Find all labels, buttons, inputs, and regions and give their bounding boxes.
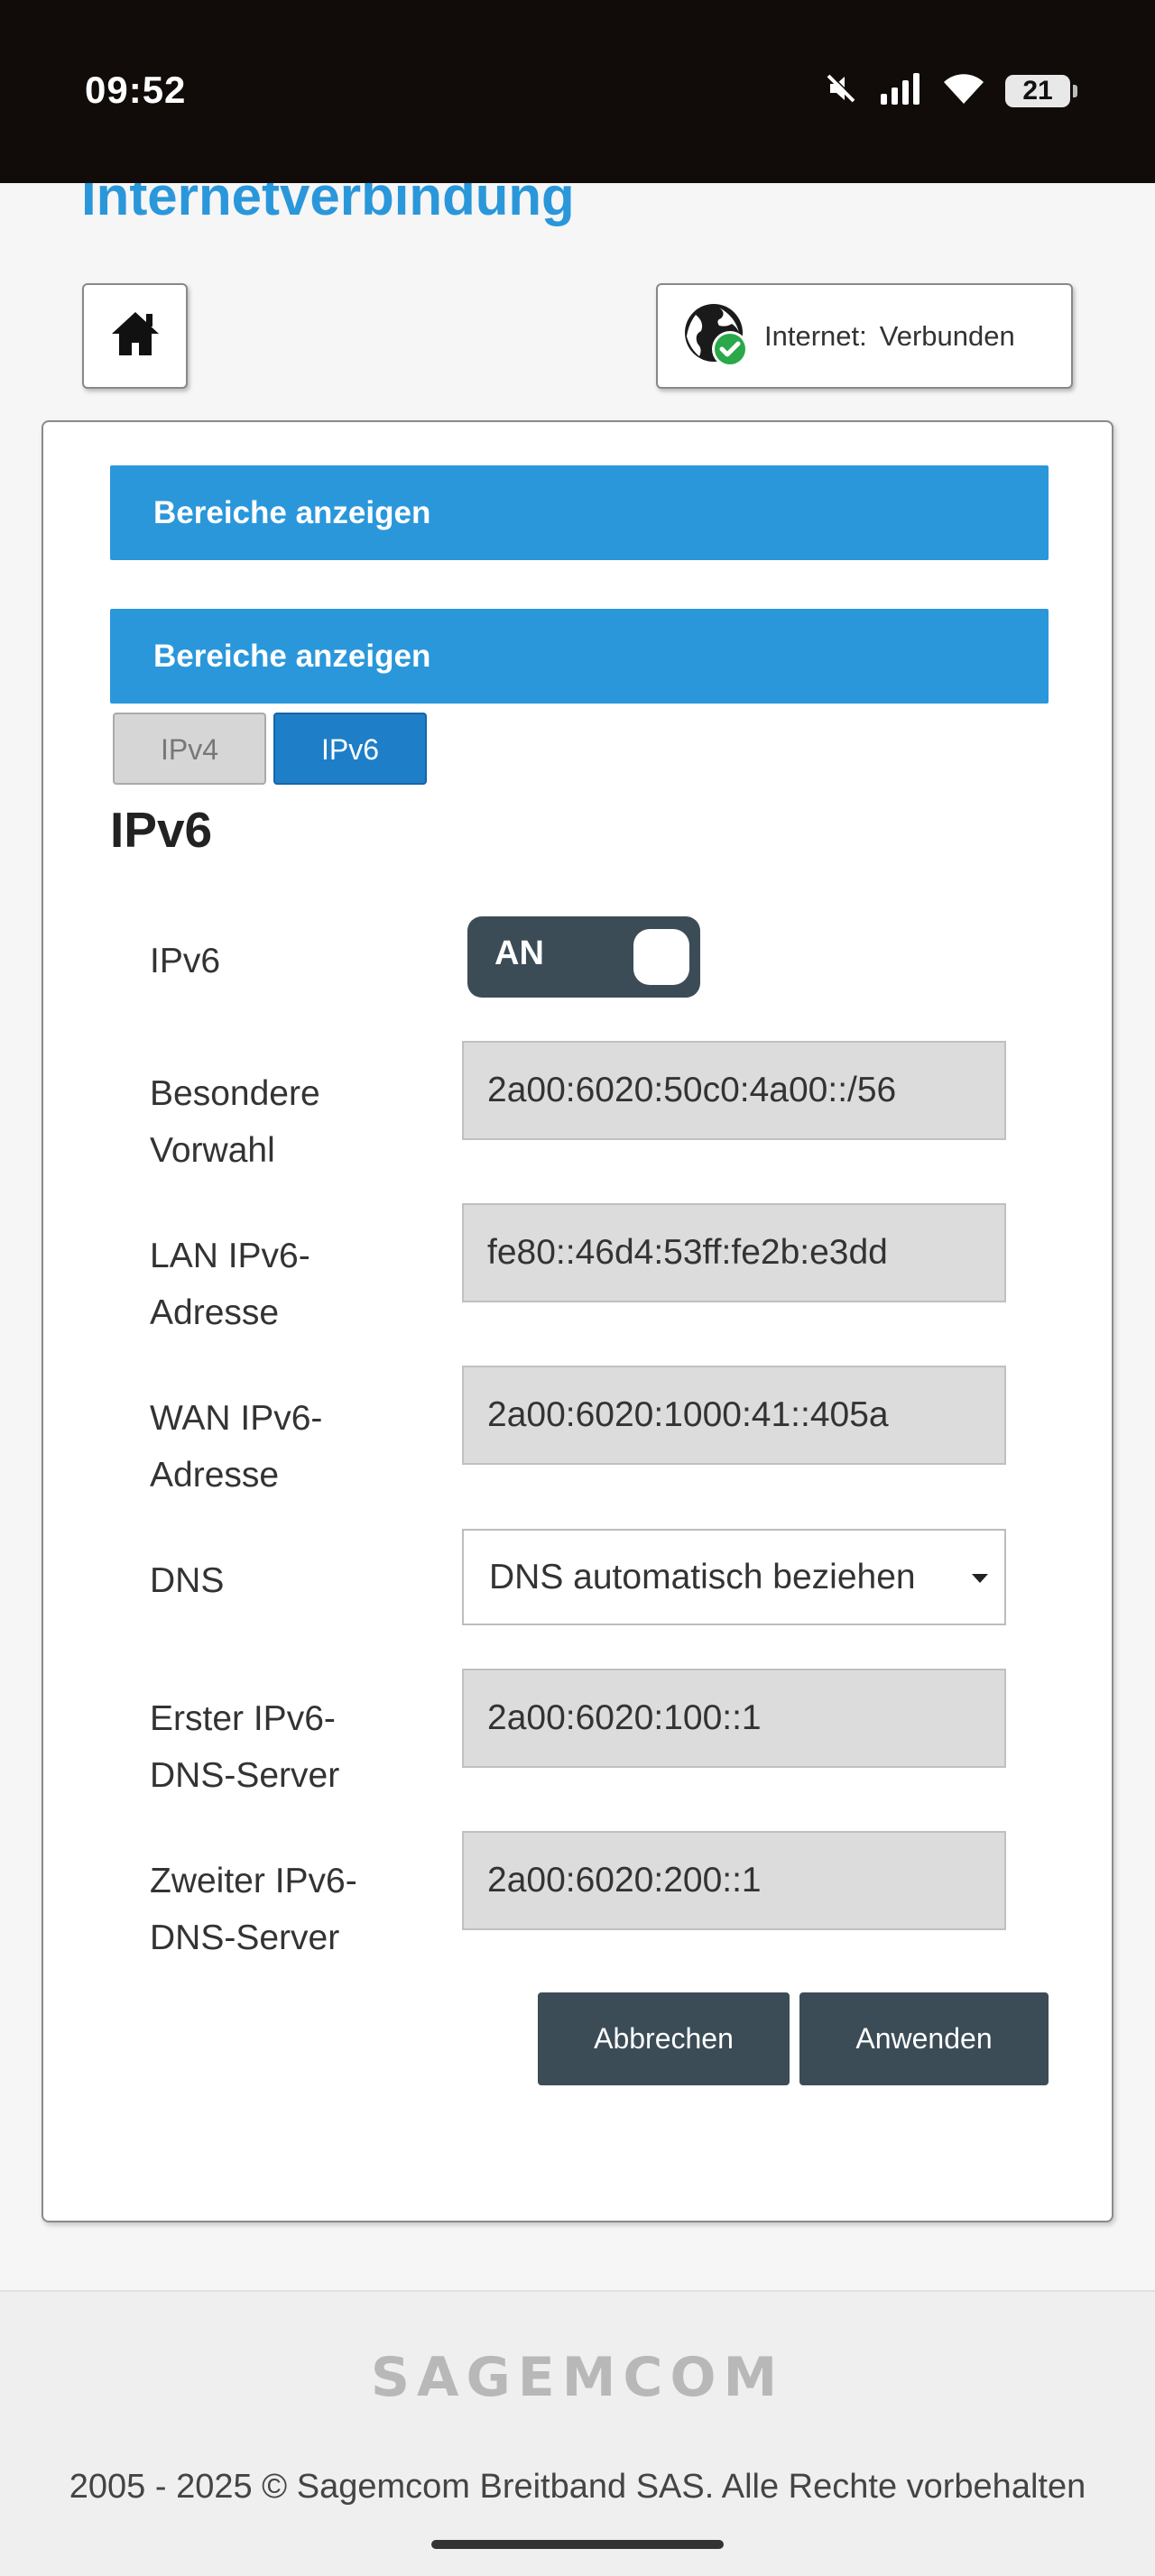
- label-line: WAN IPv6-: [150, 1399, 323, 1438]
- wifi-icon: [942, 71, 985, 110]
- chevron-down-icon: [972, 1574, 988, 1583]
- cancel-button[interactable]: Abbrechen: [538, 1992, 790, 2085]
- dns1-field: 2a00:6020:100::1: [462, 1669, 1006, 1768]
- lan-ipv6-label: LAN IPv6- Adresse: [150, 1228, 310, 1341]
- copyright-text: 2005 - 2025 © Sagemcom Breitband SAS. Al…: [69, 2468, 1086, 2506]
- globe-check-icon: [683, 302, 752, 371]
- section-toggle-bar[interactable]: Bereiche anzeigen: [110, 465, 1049, 560]
- status-bar: 09:52 21: [0, 0, 1155, 183]
- tab-ipv4[interactable]: IPv4: [113, 713, 266, 785]
- wan-ipv6-label: WAN IPv6- Adresse: [150, 1390, 322, 1504]
- battery-icon: 21: [1005, 74, 1077, 107]
- tab-ipv6[interactable]: IPv6: [273, 713, 427, 785]
- internet-status-text: Verbunden: [879, 319, 1015, 352]
- dns2-label: Zweiter IPv6- DNS-Server: [150, 1853, 357, 1966]
- label-line: Adresse: [150, 1456, 280, 1495]
- home-button[interactable]: [82, 283, 188, 389]
- dns-select-value: DNS automatisch beziehen: [489, 1558, 916, 1596]
- clock: 09:52: [85, 69, 187, 111]
- signal-icon: [879, 72, 922, 109]
- toggle-state: AN: [494, 934, 544, 972]
- home-icon: [110, 310, 161, 362]
- battery-level: 21: [1022, 75, 1053, 106]
- label-line: Vorwahl: [150, 1131, 275, 1170]
- section-toggle-bar-2[interactable]: Bereiche anzeigen: [110, 609, 1049, 704]
- label-line: DNS-Server: [150, 1756, 340, 1795]
- label-line: Zweiter IPv6-: [150, 1862, 357, 1900]
- sagemcom-logo: SAGEMCOM: [370, 2346, 785, 2409]
- ipv6-panel: Bereiche anzeigen Bereiche anzeigen IPv4…: [42, 420, 1113, 2222]
- label-line: Adresse: [150, 1293, 280, 1332]
- page-header: Internetverbindung Internet: Verbunden: [0, 183, 1155, 418]
- page-title: Internetverbindung: [81, 183, 575, 226]
- footer: SAGEMCOM 2005 - 2025 © Sagemcom Breitban…: [0, 2290, 1155, 2576]
- label-line: LAN IPv6-: [150, 1237, 310, 1275]
- section-title: IPv6: [110, 802, 213, 858]
- dns2-field: 2a00:6020:200::1: [462, 1831, 1006, 1930]
- label-line: Erster IPv6-: [150, 1699, 336, 1738]
- dns-label: DNS: [150, 1561, 225, 1600]
- internet-status-button[interactable]: Internet: Verbunden: [656, 283, 1073, 389]
- ipv6-label: IPv6: [150, 942, 221, 980]
- lan-ipv6-field: fe80::46d4:53ff:fe2b:e3dd: [462, 1203, 1006, 1302]
- internet-label: Internet:: [764, 319, 867, 352]
- label-line: DNS-Server: [150, 1918, 340, 1957]
- prefix-label: Besondere Vorwahl: [150, 1065, 320, 1179]
- dns1-label: Erster IPv6- DNS-Server: [150, 1690, 339, 1804]
- ipv6-toggle[interactable]: AN: [467, 916, 700, 998]
- mute-icon: [823, 70, 859, 111]
- prefix-field: 2a00:6020:50c0:4a00::/56: [462, 1041, 1006, 1140]
- toggle-knob: [633, 929, 689, 985]
- dns-select[interactable]: DNS automatisch beziehen: [462, 1529, 1006, 1625]
- wan-ipv6-field: 2a00:6020:1000:41::405a: [462, 1366, 1006, 1465]
- home-indicator[interactable]: [431, 2540, 724, 2549]
- status-icons: 21: [823, 70, 1077, 111]
- apply-button[interactable]: Anwenden: [799, 1992, 1049, 2085]
- label-line: Besondere: [150, 1074, 320, 1113]
